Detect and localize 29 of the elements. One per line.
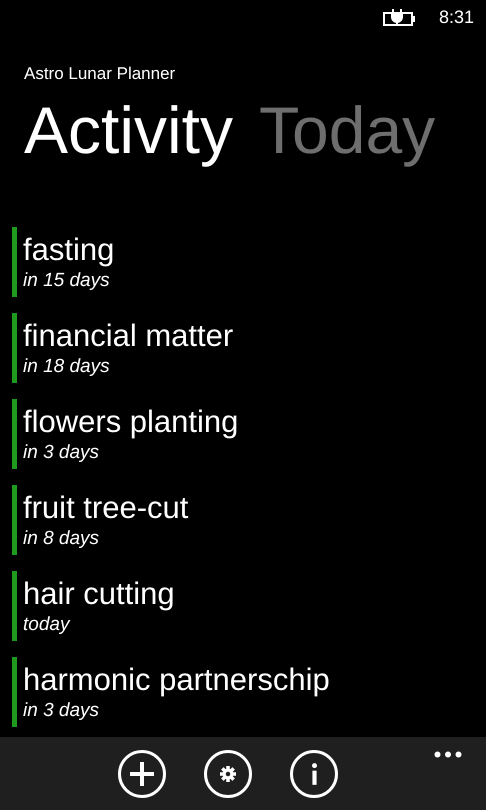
activity-due: in 15 days: [23, 269, 110, 293]
activity-name: fasting: [23, 231, 114, 269]
activity-due: in 3 days: [23, 441, 100, 465]
activity-item[interactable]: hair cutting today: [12, 571, 486, 641]
add-button[interactable]: [118, 750, 166, 798]
activity-name: fruit tree-cut: [23, 489, 188, 527]
activity-due: in 3 days: [23, 699, 100, 723]
activity-name: flowers planting: [23, 403, 238, 441]
info-button[interactable]: [290, 750, 338, 798]
info-icon: [312, 763, 316, 785]
pivot-tab[interactable]: Today: [259, 90, 436, 170]
more-icon[interactable]: [434, 751, 462, 758]
activity-item[interactable]: fruit tree-cut in 8 days: [12, 485, 486, 555]
activity-due: in 8 days: [23, 527, 100, 551]
activity-name: hair cutting: [23, 575, 175, 613]
settings-button[interactable]: [204, 750, 252, 798]
activity-item[interactable]: financial matter in 18 days: [12, 313, 486, 383]
activity-item[interactable]: harmonic partnerschip in 3 days: [12, 657, 486, 727]
activity-name: harmonic partnerschip: [23, 661, 330, 699]
activity-item[interactable]: flowers planting in 3 days: [12, 399, 486, 469]
activity-item[interactable]: fasting in 15 days: [12, 227, 486, 297]
add-icon: [130, 762, 154, 786]
settings-icon: [220, 766, 236, 782]
activity-name: financial matter: [23, 317, 234, 355]
pivot-tab[interactable]: Activity: [24, 90, 234, 170]
app-title: Astro Lunar Planner: [24, 64, 176, 84]
activity-due: in 18 days: [23, 355, 110, 379]
activity-due: today: [23, 613, 70, 637]
clock-time: 8:31: [438, 6, 474, 28]
